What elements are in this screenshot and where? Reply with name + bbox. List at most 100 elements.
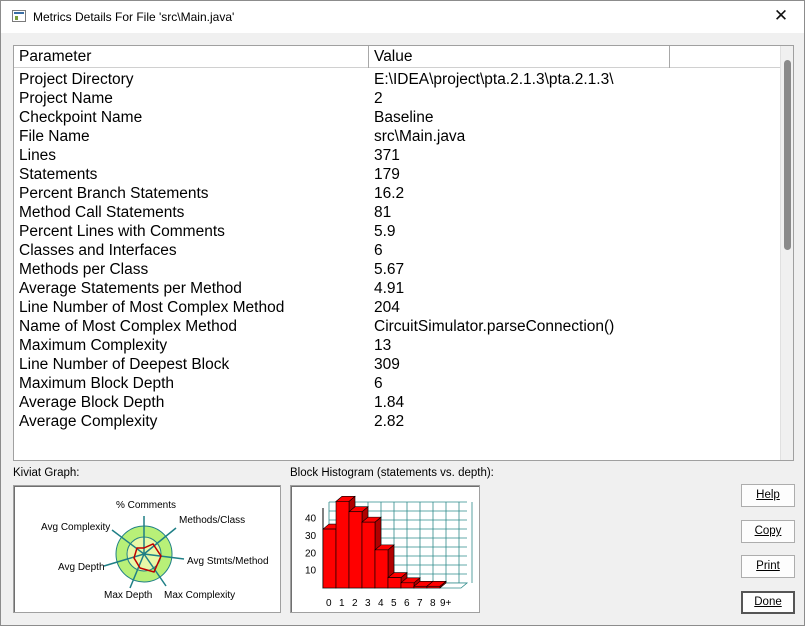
row-value: 6 [374, 242, 383, 259]
x-tick-label: 2 [352, 598, 358, 609]
row-parameter: Maximum Block Depth [19, 375, 175, 392]
row-value: 13 [374, 337, 392, 354]
vertical-scrollbar[interactable] [780, 46, 793, 460]
row-parameter: Average Block Depth [19, 394, 165, 411]
row-parameter: Methods per Class [19, 261, 149, 278]
table-row[interactable]: Lines 371 [14, 146, 781, 165]
table-row[interactable]: Line Number of Most Complex Method 204 [14, 298, 781, 317]
row-value: 204 [374, 299, 400, 316]
table-row[interactable]: Project Directory E:\IDEA\project\pta.2.1… [14, 70, 781, 89]
table-row[interactable]: Line Number of Deepest Block 309 [14, 355, 781, 374]
table-row[interactable]: Method Call Statements 81 [14, 203, 781, 222]
axis-label-comments: % Comments [116, 500, 176, 511]
bar [413, 585, 428, 589]
axis-label-avg-complexity: Avg Complexity [41, 522, 110, 533]
y-tick-label: 30 [305, 531, 317, 542]
row-value: 5.9 [374, 223, 396, 240]
table-row[interactable]: Statements 179 [14, 165, 781, 184]
bar [400, 582, 415, 589]
block-histogram: 40 30 20 10 0 1 2 3 4 5 6 7 8 9+ [290, 485, 480, 613]
row-parameter: Classes and Interfaces [19, 242, 177, 259]
column-header-value[interactable]: Value [369, 46, 670, 68]
row-value: 16.2 [374, 185, 405, 202]
row-parameter: Maximum Complexity [19, 337, 168, 354]
table-row[interactable]: Percent Lines with Comments 5.9 [14, 222, 781, 241]
axis-label-avg-depth: Avg Depth [58, 562, 105, 573]
table-row[interactable]: Average Complexity 2.82 [14, 412, 781, 431]
bar [374, 549, 389, 589]
x-tick-label: 1 [339, 598, 345, 609]
row-value: 309 [374, 356, 400, 373]
row-parameter: Checkpoint Name [19, 109, 143, 126]
x-tick-label: 7 [417, 598, 423, 609]
metrics-list[interactable]: Parameter Value Project Directory E:\IDEA… [13, 45, 794, 461]
title-bar: Metrics Details For File 'src\Main.java'… [1, 1, 804, 33]
x-tick-label: 5 [391, 598, 397, 609]
y-tick-label: 40 [305, 514, 317, 525]
row-value: 371 [374, 147, 400, 164]
done-button[interactable]: Done [741, 591, 795, 614]
column-header-empty[interactable] [670, 46, 781, 68]
row-parameter: Percent Branch Statements [19, 185, 209, 202]
copy-button[interactable]: Copy [741, 520, 795, 543]
bar [348, 511, 363, 589]
row-parameter: Method Call Statements [19, 204, 185, 221]
table-row[interactable]: Average Block Depth 1.84 [14, 393, 781, 412]
x-tick-label: 3 [365, 598, 371, 609]
axis-label-max-complexity: Max Complexity [164, 590, 235, 601]
row-value: 4.91 [374, 280, 405, 297]
kiviat-label: Kiviat Graph: [13, 467, 80, 479]
row-parameter: Line Number of Deepest Block [19, 356, 230, 373]
table-row[interactable]: Average Statements per Method 4.91 [14, 279, 781, 298]
x-tick-label: 8 [430, 598, 436, 609]
y-tick-label: 10 [305, 566, 317, 577]
print-button[interactable]: Print [741, 555, 795, 578]
table-row[interactable]: Name of Most Complex Method CircuitSimula… [14, 317, 781, 336]
scrollbar-thumb[interactable] [784, 60, 791, 250]
row-value: 81 [374, 204, 392, 221]
axis-label-max-depth: Max Depth [104, 590, 152, 601]
row-parameter: File Name [19, 128, 90, 145]
row-value: src\Main.java [374, 128, 466, 145]
row-value: E:\IDEA\project\pta.2.1.3\pta.2.1.3\ [374, 71, 614, 88]
bar [361, 521, 376, 589]
table-row[interactable]: Maximum Complexity 13 [14, 336, 781, 355]
row-value: 5.67 [374, 261, 405, 278]
table-row[interactable]: Project Name 2 [14, 89, 781, 108]
close-button[interactable]: ✕ [758, 1, 804, 33]
row-parameter: Project Directory [19, 71, 134, 88]
histogram-label: Block Histogram (statements vs. depth): [290, 467, 494, 479]
y-tick-label: 20 [305, 548, 317, 559]
table-row[interactable]: Methods per Class 5.67 [14, 260, 781, 279]
table-row[interactable]: File Name src\Main.java [14, 127, 781, 146]
row-value: Baseline [374, 109, 434, 126]
x-tick-label: 0 [326, 598, 332, 609]
kiviat-svg: % Comments Methods/Class Avg Stmts/Metho… [41, 500, 269, 601]
row-parameter: Average Complexity [19, 413, 158, 430]
window-title: Metrics Details For File 'src\Main.java' [33, 10, 235, 24]
table-row[interactable]: Checkpoint Name Baseline [14, 108, 781, 127]
row-parameter: Percent Lines with Comments [19, 223, 225, 240]
table-row[interactable]: Classes and Interfaces 6 [14, 241, 781, 260]
row-parameter: Statements [19, 166, 98, 183]
bar [387, 577, 402, 589]
row-value: 2 [374, 90, 383, 107]
x-tick-label: 6 [404, 598, 410, 609]
row-parameter: Lines [19, 147, 57, 164]
row-value: 2.82 [374, 413, 405, 430]
row-value: CircuitSimulator.parseConnection() [374, 318, 615, 335]
bar [322, 528, 337, 589]
bar [426, 585, 441, 589]
row-parameter: Project Name [19, 90, 113, 107]
x-tick-label: 9+ [440, 598, 452, 609]
table-row[interactable]: Percent Branch Statements 16.2 [14, 184, 781, 203]
column-header-parameter[interactable]: Parameter [14, 46, 369, 68]
histogram-svg: 40 30 20 10 0 1 2 3 4 5 6 7 8 9+ [305, 495, 473, 609]
help-button[interactable]: Help [741, 484, 795, 507]
bar [335, 501, 350, 589]
axis-label-methods-class: Methods/Class [179, 515, 245, 526]
app-icon [12, 10, 26, 22]
axis-label-avg-stmts: Avg Stmts/Method [187, 556, 269, 567]
x-tick-label: 4 [378, 598, 384, 609]
table-row[interactable]: Maximum Block Depth 6 [14, 374, 781, 393]
